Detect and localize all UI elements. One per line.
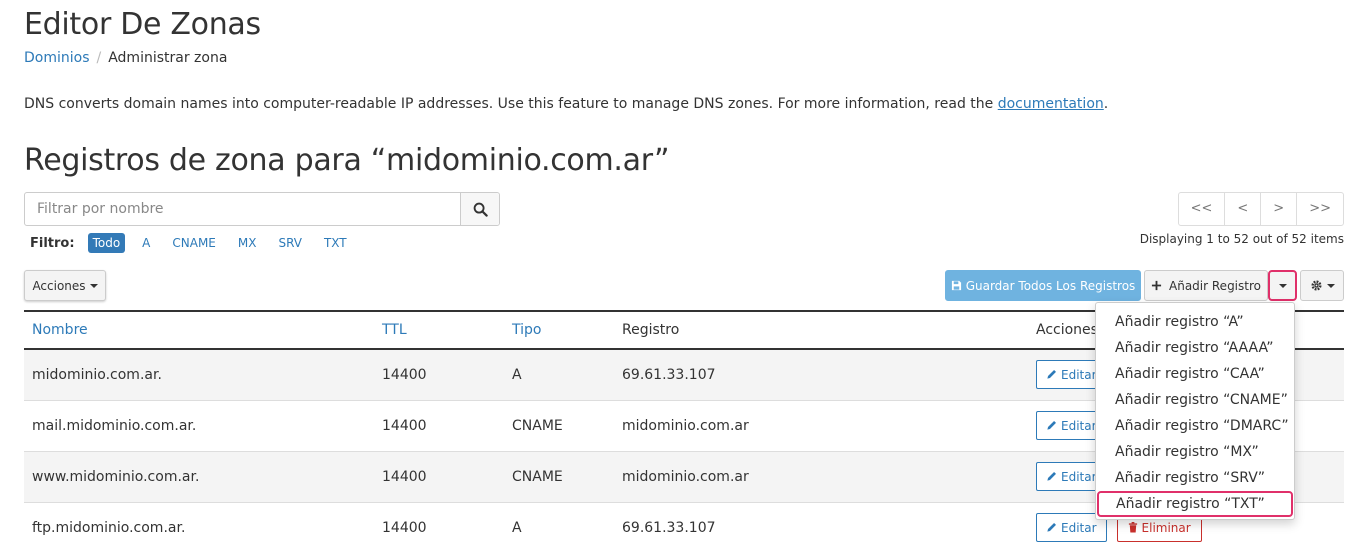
search-box [24,192,500,226]
record-value: midominio.com.ar [614,400,1028,452]
menu-item-add-caa[interactable]: Añadir registro “CAA” [1096,361,1294,387]
filter-mx[interactable]: MX [233,233,262,253]
record-value: 69.61.33.107 [614,349,1028,401]
record-name: mail.midominio.com.ar. [24,400,374,452]
record-ttl: 14400 [374,349,504,401]
record-ttl: 14400 [374,451,504,503]
pencil-icon [1047,421,1056,430]
edit-label: Editar [1061,469,1097,484]
column-header-nombre[interactable]: Nombre [24,310,374,350]
documentation-link[interactable]: documentation [998,96,1104,112]
menu-item-add-srv[interactable]: Añadir registro “SRV” [1096,465,1294,491]
record-ttl: 14400 [374,502,504,544]
filter-a[interactable]: A [137,233,155,253]
edit-label: Editar [1061,418,1097,433]
breadcrumb: Dominios / Administrar zona [24,50,227,66]
menu-item-add-dmarc[interactable]: Añadir registro “DMARC” [1096,413,1294,439]
add-record-label: Añadir Registro [1169,278,1261,293]
filter-txt[interactable]: TXT [319,233,352,253]
trash-icon [1128,522,1137,533]
settings-button[interactable] [1300,270,1344,301]
save-all-label: Guardar Todos Los Registros [965,278,1136,293]
description-end: . [1103,96,1109,112]
menu-item-add-txt[interactable]: Añadir registro “TXT” [1097,491,1293,517]
gear-icon [1310,280,1322,291]
acciones-label: Acciones [32,278,86,293]
record-ttl: 14400 [374,400,504,452]
plus-icon [1151,280,1162,291]
breadcrumb-dominios-link[interactable]: Dominios [24,50,90,66]
save-all-button[interactable]: Guardar Todos Los Registros [945,270,1141,301]
next-page-button[interactable]: > [1261,193,1298,225]
edit-label: Editar [1061,367,1097,382]
acciones-button[interactable]: Acciones [24,270,106,301]
chevron-down-icon [1326,283,1335,288]
pagination: << < > >> [1177,192,1344,226]
pencil-icon [1047,523,1056,532]
zone-title: Registros de zona para “midominio.com.ar… [24,143,670,178]
menu-item-add-mx[interactable]: Añadir registro “MX” [1096,439,1294,465]
first-page-button[interactable]: << [1179,193,1226,225]
column-header-ttl[interactable]: TTL [374,310,504,350]
pencil-icon [1047,472,1056,481]
record-type: A [504,349,614,401]
pencil-icon [1047,370,1056,379]
delete-label: Eliminar [1141,520,1191,535]
page-description: DNS converts domain names into computer-… [24,96,1108,112]
add-record-button[interactable]: Añadir Registro [1144,270,1268,301]
record-value: midominio.com.ar [614,451,1028,503]
menu-item-add-cname[interactable]: Añadir registro “CNAME” [1096,387,1294,413]
record-name: www.midominio.com.ar. [24,451,374,503]
chevron-down-icon [89,283,98,288]
edit-label: Editar [1061,520,1097,535]
search-button[interactable] [460,193,499,225]
filter-todo[interactable]: Todo [87,233,126,253]
filter-bar: Filtro: Todo A CNAME MX SRV TXT [30,233,364,253]
search-input[interactable] [25,193,460,225]
breadcrumb-current: Administrar zona [108,50,228,66]
add-record-dropdown-menu: Añadir registro “A” Añadir registro “AAA… [1095,302,1295,520]
last-page-button[interactable]: >> [1297,193,1343,225]
filter-cname[interactable]: CNAME [167,233,221,253]
prev-page-button[interactable]: < [1225,193,1262,225]
filter-srv[interactable]: SRV [273,233,307,253]
record-name: midominio.com.ar. [24,349,374,401]
record-type: CNAME [504,451,614,503]
column-header-tipo[interactable]: Tipo [504,310,614,350]
add-record-dropdown-toggle[interactable] [1268,270,1297,301]
filter-label: Filtro: [30,235,75,251]
search-icon [473,202,488,217]
save-icon [951,280,961,291]
description-text: DNS converts domain names into computer-… [24,96,998,112]
record-value: 69.61.33.107 [614,502,1028,544]
record-type: A [504,502,614,544]
pagination-status: Displaying 1 to 52 out of 52 items [1139,232,1344,246]
record-name: ftp.midominio.com.ar. [24,502,374,544]
record-type: CNAME [504,400,614,452]
menu-item-add-a[interactable]: Añadir registro “A” [1096,309,1294,335]
menu-item-add-aaaa[interactable]: Añadir registro “AAAA” [1096,335,1294,361]
chevron-down-icon [1278,283,1287,288]
breadcrumb-separator: / [96,50,102,66]
column-header-registro: Registro [614,310,1028,350]
page-title: Editor De Zonas [24,7,261,42]
